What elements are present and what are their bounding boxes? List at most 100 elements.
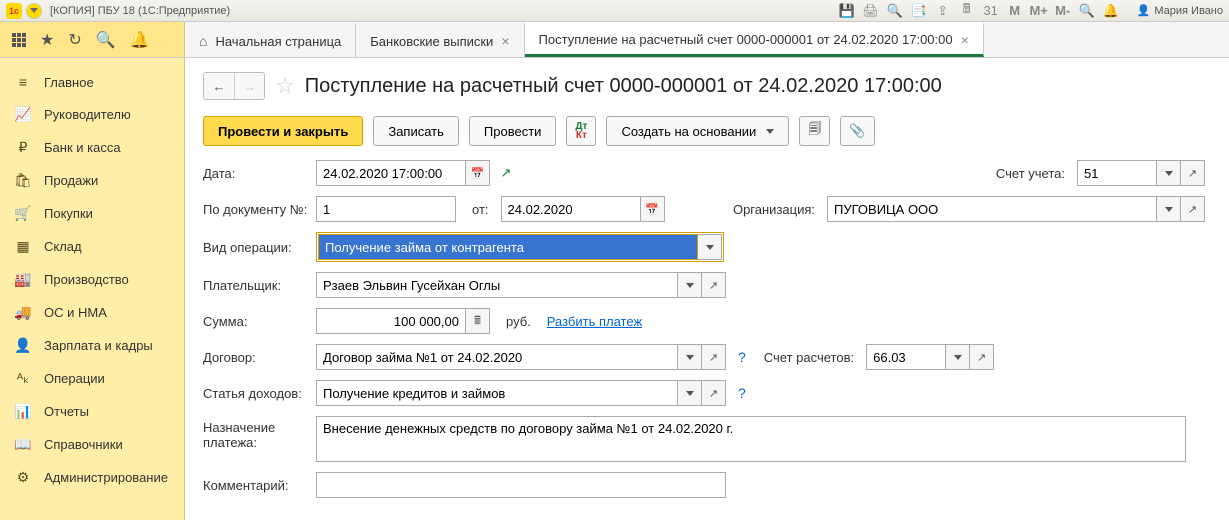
history-icon[interactable]: ↻	[68, 30, 81, 50]
account-dropdown[interactable]	[1157, 160, 1181, 186]
sidebar-item-warehouse[interactable]: ▦Склад	[0, 230, 184, 263]
sidebar-item-assets[interactable]: 🚚ОС и НМА	[0, 296, 184, 329]
m-minus-icon[interactable]: M-	[1055, 3, 1071, 19]
sidebar-item-hr[interactable]: 👤Зарплата и кадры	[0, 329, 184, 362]
user-label[interactable]: 👤 Мария Ивано	[1137, 4, 1223, 17]
sidebar-item-label: ОС и НМА	[44, 305, 107, 320]
post-button[interactable]: Провести	[469, 116, 557, 146]
sidebar-item-production[interactable]: 🏭Производство	[0, 263, 184, 296]
menu-icon: ≡	[14, 74, 32, 90]
optype-dropdown[interactable]	[698, 234, 722, 260]
favorite-star-icon[interactable]: ★	[40, 30, 54, 50]
calc-account-dropdown[interactable]	[946, 344, 970, 370]
sidebar-item-operations[interactable]: ᴬₖ Операции	[0, 362, 184, 395]
income-item-open[interactable]: ↗	[702, 380, 726, 406]
calendar-icon[interactable]: 31	[983, 3, 999, 19]
sum-input[interactable]	[316, 308, 466, 334]
sidebar-item-reports[interactable]: 📊Отчеты	[0, 395, 184, 428]
compare-icon[interactable]: 📑	[911, 3, 927, 19]
sidebar-item-main[interactable]: ≡Главное	[0, 66, 184, 98]
cart-icon: 🛒	[14, 205, 32, 222]
docdate-input[interactable]	[501, 196, 641, 222]
bag-icon: 🛍	[14, 172, 32, 189]
calendar-button[interactable]: 📅	[466, 160, 490, 186]
label-org: Организация:	[733, 202, 815, 217]
org-dropdown[interactable]	[1157, 196, 1181, 222]
tabs-bar: ⌂ Начальная страница Банковские выписки …	[185, 22, 1229, 57]
sidebar-item-sales[interactable]: 🛍Продажи	[0, 164, 184, 197]
dtkt-icon: ᴬₖ	[14, 370, 32, 387]
label-docno: По документу №:	[203, 202, 308, 217]
label-from: от:	[472, 202, 489, 217]
sidebar-item-admin[interactable]: ⚙ Администрирование	[0, 461, 184, 494]
refresh-icon[interactable]: ↗	[498, 165, 514, 181]
calc-account-open[interactable]: ↗	[970, 344, 994, 370]
payer-open[interactable]: ↗	[702, 272, 726, 298]
gear-icon: ⚙	[14, 469, 32, 486]
upload-icon[interactable]: ⇪	[935, 3, 951, 19]
notifications-icon[interactable]: 🔔	[1103, 3, 1119, 19]
tab-receipt[interactable]: Поступление на расчетный счет 0000-00000…	[525, 22, 984, 57]
help-income-icon[interactable]: ?	[738, 385, 746, 401]
calculator-button[interactable]: 🖩	[466, 308, 490, 334]
tab-home[interactable]: ⌂ Начальная страница	[185, 22, 356, 57]
income-item-dropdown[interactable]	[678, 380, 702, 406]
related-docs-button[interactable]: 🗐	[799, 116, 830, 146]
ruble-icon: ₽	[14, 139, 32, 156]
search-icon[interactable]: 🔍	[96, 30, 116, 50]
forward-button[interactable]: →	[234, 73, 264, 99]
save-button[interactable]: Записать	[373, 116, 459, 146]
sidebar-item-bank[interactable]: ₽Банк и касса	[0, 131, 184, 164]
org-open[interactable]: ↗	[1181, 196, 1205, 222]
label-rub: руб.	[506, 314, 531, 329]
payer-input[interactable]	[316, 272, 678, 298]
sidebar-item-manager[interactable]: 📈Руководителю	[0, 98, 184, 131]
org-input[interactable]	[827, 196, 1157, 222]
post-and-close-button[interactable]: Провести и закрыть	[203, 116, 363, 146]
save-icon[interactable]: 💾	[839, 3, 855, 19]
sidebar-item-label: Зарплата и кадры	[44, 338, 153, 353]
account-open[interactable]: ↗	[1181, 160, 1205, 186]
back-button[interactable]: ←	[204, 73, 234, 99]
print-preview-icon[interactable]: 🔍	[887, 3, 903, 19]
date-input[interactable]	[316, 160, 466, 186]
account-input[interactable]	[1077, 160, 1157, 186]
sidebar-item-references[interactable]: 📖Справочники	[0, 428, 184, 461]
create-based-on-button[interactable]: Создать на основании	[606, 116, 789, 146]
tab-bank-statements[interactable]: Банковские выписки ×	[356, 22, 524, 57]
tab-label: Банковские выписки	[370, 34, 493, 49]
sidebar-item-purchases[interactable]: 🛒Покупки	[0, 197, 184, 230]
payer-dropdown[interactable]	[678, 272, 702, 298]
apps-icon[interactable]	[12, 33, 26, 47]
optype-input[interactable]	[318, 234, 698, 260]
close-icon[interactable]: ×	[961, 32, 969, 48]
main-menu-dropdown[interactable]	[26, 3, 42, 19]
close-icon[interactable]: ×	[501, 33, 509, 49]
contract-dropdown[interactable]	[678, 344, 702, 370]
m-plus-icon[interactable]: M+	[1031, 3, 1047, 19]
print-icon[interactable]: 🖨	[863, 3, 879, 19]
dtkt-button[interactable]: ДтКт	[566, 116, 596, 146]
income-item-input[interactable]	[316, 380, 678, 406]
docno-input[interactable]	[316, 196, 456, 222]
help-contract-icon[interactable]: ?	[738, 349, 746, 365]
calculator-icon[interactable]: 🖩	[959, 3, 975, 19]
m-icon[interactable]: M	[1007, 3, 1023, 19]
contract-input[interactable]	[316, 344, 678, 370]
label-contract: Договор:	[203, 350, 308, 365]
contract-open[interactable]: ↗	[702, 344, 726, 370]
split-payment-link[interactable]: Разбить платеж	[547, 314, 642, 329]
docdate-calendar-button[interactable]: 📅	[641, 196, 665, 222]
purpose-textarea[interactable]	[316, 416, 1186, 462]
label-sum: Сумма:	[203, 314, 308, 329]
bell-icon[interactable]: 🔔	[130, 30, 150, 50]
comment-input[interactable]	[316, 472, 726, 498]
sidebar-item-label: Руководителю	[44, 107, 131, 122]
sidebar-item-label: Производство	[44, 272, 129, 287]
sidebar-item-label: Операции	[44, 371, 105, 386]
favorite-toggle-icon[interactable]: ☆	[275, 73, 295, 99]
sidebar-item-label: Администрирование	[44, 470, 168, 485]
calc-account-input[interactable]	[866, 344, 946, 370]
zoom-icon[interactable]: 🔍	[1079, 3, 1095, 19]
attach-button[interactable]: 📎	[840, 116, 874, 146]
